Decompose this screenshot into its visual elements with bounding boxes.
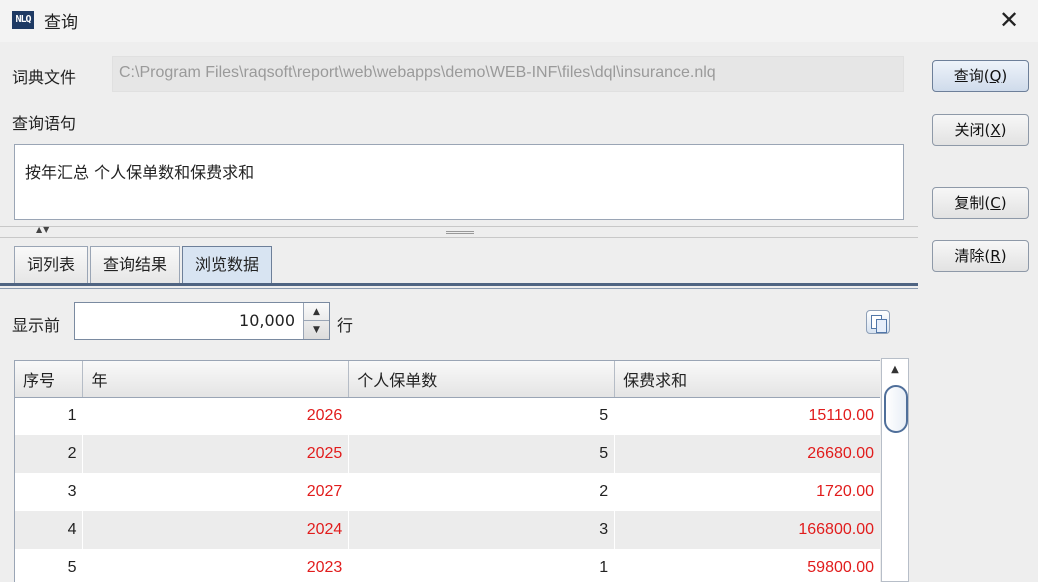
split-pane-divider[interactable]: ▲▼: [0, 225, 918, 238]
result-tabs: 词列表 查询结果 浏览数据: [14, 246, 274, 284]
cell-year: 2023: [82, 549, 350, 582]
cell-premium-sum: 26680.00: [614, 435, 880, 473]
table-header-row: 序号 年 个人保单数 保费求和: [15, 361, 880, 398]
spinner-up-icon[interactable]: ▲: [304, 303, 329, 321]
tab-word-list[interactable]: 词列表: [14, 246, 89, 283]
cell-policy-count: 1: [348, 549, 616, 582]
table-row[interactable]: 5 2023 1 59800.00: [15, 549, 880, 582]
cell-index: 3: [15, 473, 84, 511]
cell-index: 5: [15, 549, 84, 582]
tab-query-result[interactable]: 查询结果: [90, 246, 181, 283]
data-table: 序号 年 个人保单数 保费求和 1 2026 5 15110.00 2 2025…: [14, 360, 880, 582]
close-button[interactable]: 关闭(X): [932, 114, 1029, 146]
scroll-thumb[interactable]: [884, 385, 908, 433]
cell-year: 2027: [82, 473, 350, 511]
scroll-up-arrow-icon[interactable]: ▲: [882, 359, 908, 381]
title-bar: NLQ 查询 ✕: [0, 0, 1038, 42]
table-row[interactable]: 3 2027 2 1720.00: [15, 473, 880, 511]
nlq-app-icon: NLQ: [12, 11, 34, 29]
query-statement-input[interactable]: 按年汇总 个人保单数和保费求和: [14, 144, 904, 220]
cell-index: 2: [15, 435, 84, 473]
column-header-policy-count[interactable]: 个人保单数: [348, 361, 616, 398]
cell-policy-count: 5: [348, 397, 616, 435]
column-header-year[interactable]: 年: [82, 361, 350, 398]
cell-index: 4: [15, 511, 84, 549]
table-row[interactable]: 1 2026 5 15110.00: [15, 397, 880, 435]
window-title: 查询: [44, 13, 78, 33]
cell-policy-count: 5: [348, 435, 616, 473]
rows-spinner[interactable]: 10,000 ▲ ▼: [74, 302, 330, 340]
spinner-buttons: ▲ ▼: [303, 303, 329, 339]
table-row[interactable]: 2 2025 5 26680.00: [15, 435, 880, 473]
copy-data-icon[interactable]: [866, 310, 890, 334]
table-vertical-scrollbar[interactable]: ▲: [881, 358, 909, 582]
dict-file-field: C:\Program Files\raqsoft\report\web\weba…: [112, 56, 904, 92]
spinner-down-icon[interactable]: ▼: [304, 321, 329, 339]
cell-premium-sum: 1720.00: [614, 473, 880, 511]
tab-underline-secondary: [0, 288, 918, 289]
show-first-label: 显示前: [12, 316, 61, 335]
cell-premium-sum: 15110.00: [614, 397, 880, 435]
split-collapse-arrows-icon[interactable]: ▲▼: [36, 225, 50, 234]
cell-policy-count: 2: [348, 473, 616, 511]
dict-file-label: 词典文件: [12, 68, 77, 87]
cell-policy-count: 3: [348, 511, 616, 549]
copy-button[interactable]: 复制(C): [932, 187, 1029, 219]
rows-suffix-label: 行: [337, 316, 354, 335]
cell-index: 1: [15, 397, 84, 435]
cell-year: 2026: [82, 397, 350, 435]
table-row[interactable]: 4 2024 3 166800.00: [15, 511, 880, 549]
cell-premium-sum: 59800.00: [614, 549, 880, 582]
split-grip-icon[interactable]: [446, 231, 474, 234]
tab-underline: [0, 283, 918, 286]
cell-year: 2025: [82, 435, 350, 473]
rows-spinner-value[interactable]: 10,000: [239, 311, 295, 330]
cell-year: 2024: [82, 511, 350, 549]
query-button[interactable]: 查询(Q): [932, 60, 1029, 92]
cell-premium-sum: 166800.00: [614, 511, 880, 549]
query-statement-label: 查询语句: [12, 114, 77, 133]
clear-button[interactable]: 清除(R): [932, 240, 1029, 272]
column-header-index[interactable]: 序号: [15, 361, 84, 398]
tab-browse-data[interactable]: 浏览数据: [182, 246, 273, 283]
close-window-icon[interactable]: ✕: [992, 4, 1026, 38]
column-header-premium-sum[interactable]: 保费求和: [614, 361, 880, 398]
